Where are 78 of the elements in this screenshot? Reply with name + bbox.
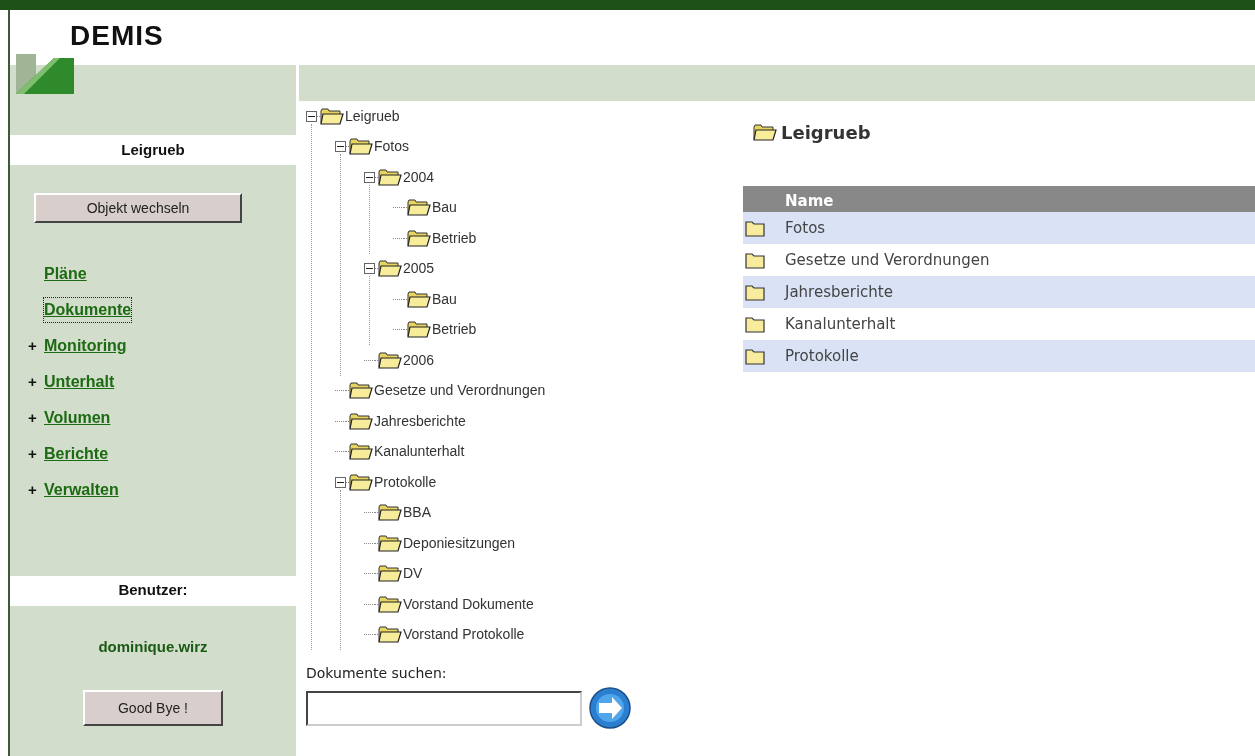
collapse-toggle[interactable]: [335, 141, 346, 153]
tree-item[interactable]: Leigrueb: [345, 105, 400, 127]
logo-text: DEMIS: [70, 22, 164, 50]
nav-link[interactable]: Unterhalt: [44, 370, 115, 394]
folder-name: Fotos: [785, 217, 826, 239]
open-folder-icon: [378, 168, 402, 186]
table-row[interactable]: Fotos: [743, 212, 1255, 244]
tree-item[interactable]: Fotos: [374, 136, 409, 158]
user-heading: Benutzer:: [118, 580, 188, 601]
open-folder-icon: [349, 382, 373, 400]
open-folder-icon: [407, 199, 431, 217]
open-folder-icon: [407, 229, 431, 247]
folder-icon: [745, 283, 765, 301]
open-folder-icon: [407, 321, 431, 339]
search-field[interactable]: [306, 690, 582, 726]
open-folder-icon: [378, 595, 402, 613]
collapse-toggle[interactable]: [306, 110, 317, 122]
tree-item[interactable]: 2006: [403, 349, 435, 371]
tree-item[interactable]: Vorstand Dokumente: [403, 593, 534, 615]
collapse-toggle[interactable]: [364, 263, 375, 275]
folder-icon: [745, 251, 765, 269]
expand-marker: +: [28, 407, 38, 428]
nav-link[interactable]: Pläne: [44, 262, 87, 286]
open-folder-icon: [349, 473, 373, 491]
tree-item[interactable]: Vorstand Protokolle: [403, 624, 525, 646]
open-folder-icon: [378, 504, 402, 522]
tree-item[interactable]: Bau: [432, 197, 457, 219]
object-name: Leigrueb: [121, 139, 185, 160]
nav-link[interactable]: Berichte: [44, 442, 109, 466]
nav-link[interactable]: Volumen: [44, 406, 111, 430]
change-object-button[interactable]: Objekt wechseln: [34, 193, 242, 223]
tree-item[interactable]: Jahresberichte: [374, 410, 466, 432]
folder-icon: [745, 347, 765, 365]
nav-link[interactable]: Verwalten: [44, 478, 119, 502]
open-folder-icon: [320, 107, 344, 125]
tree-item[interactable]: BBA: [403, 502, 431, 524]
open-folder-icon: [349, 412, 373, 430]
open-folder-icon: [378, 534, 402, 552]
logout-button[interactable]: Good Bye !: [83, 690, 223, 726]
expand-marker: +: [28, 371, 38, 392]
open-folder-icon: [349, 138, 373, 156]
folder-title: Leigrueb: [781, 121, 871, 145]
open-folder-icon: [753, 124, 777, 141]
open-folder-icon: [378, 260, 402, 278]
open-folder-icon: [349, 443, 373, 461]
tree-item[interactable]: Betrieb: [432, 227, 477, 249]
user-name: dominique.wirz: [98, 636, 208, 657]
open-folder-icon: [378, 626, 402, 644]
nav-link[interactable]: Dokumente: [44, 298, 132, 322]
expand-marker: +: [28, 443, 38, 464]
table-row[interactable]: Protokolle: [743, 340, 1255, 372]
nav-link[interactable]: Monitoring: [44, 334, 127, 358]
tree-item[interactable]: Betrieb: [432, 319, 477, 341]
tree-item[interactable]: Gesetze und Verordnungen: [374, 380, 546, 402]
tree-item[interactable]: Protokolle: [374, 471, 437, 493]
tree-item[interactable]: Deponiesitzungen: [403, 532, 516, 554]
collapse-toggle[interactable]: [364, 171, 375, 183]
folder-name: Kanalunterhalt: [785, 313, 896, 335]
tree-item[interactable]: Bau: [432, 288, 457, 310]
expand-marker: +: [28, 479, 38, 500]
open-folder-icon: [378, 351, 402, 369]
tree-item[interactable]: DV: [403, 563, 423, 585]
tree-item[interactable]: 2004: [403, 166, 435, 188]
folder-name: Jahresberichte: [785, 281, 893, 303]
open-folder-icon: [378, 565, 402, 583]
table-row[interactable]: Jahresberichte: [743, 276, 1255, 308]
folder-name: Gesetze und Verordnungen: [785, 249, 990, 271]
folder-name: Protokolle: [785, 345, 859, 367]
go-button[interactable]: [588, 686, 632, 730]
open-folder-icon: [407, 290, 431, 308]
tree-item[interactable]: Kanalunterhalt: [374, 441, 465, 463]
collapse-toggle[interactable]: [335, 476, 346, 488]
tree-item[interactable]: 2005: [403, 258, 435, 280]
expand-marker: +: [28, 335, 38, 356]
folder-icon: [745, 219, 765, 237]
column-heading: Name: [785, 190, 834, 212]
search-label: Dokumente suchen:: [306, 664, 448, 683]
folder-icon: [745, 315, 765, 333]
